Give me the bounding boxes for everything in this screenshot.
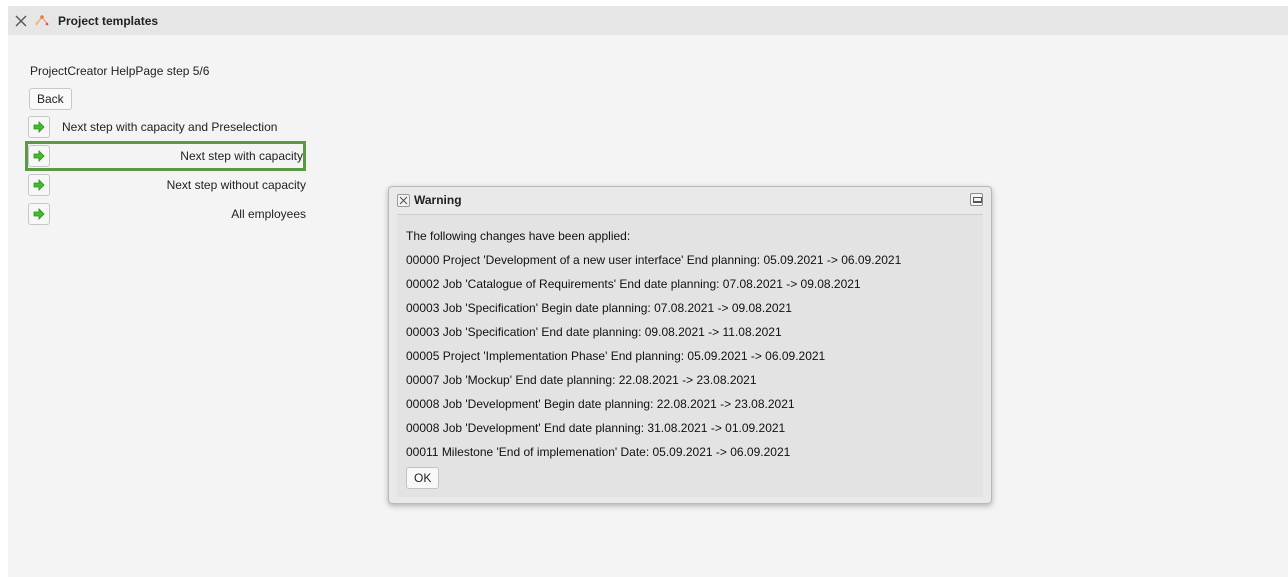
message-line: 00003 Job 'Specification' End date plann… [406, 325, 782, 339]
back-button[interactable]: Back [29, 88, 72, 110]
step-title: ProjectCreator HelpPage step 5/6 [30, 64, 210, 78]
message-line: 00005 Project 'Implementation Phase' End… [406, 349, 826, 363]
app-logo-icon [32, 13, 52, 29]
warning-dialog: Warning The following changes have been … [388, 186, 992, 504]
step-label: Next step with capacity [180, 149, 303, 163]
step-label: All employees [231, 207, 306, 221]
arrow-right-icon[interactable] [28, 203, 50, 225]
dialog-title: Warning [414, 193, 462, 207]
step-next-without-capacity[interactable]: Next step without capacity [28, 173, 306, 197]
window-title: Project templates [58, 13, 159, 28]
step-label: Next step with capacity and Preselection [62, 120, 278, 134]
message-line: 00000 Project 'Development of a new user… [406, 253, 902, 267]
message-line: 00008 Job 'Development' Begin date plann… [406, 397, 795, 411]
step-all-employees[interactable]: All employees [28, 202, 306, 226]
dialog-header: Warning [389, 187, 991, 213]
step-next-with-capacity-and-preselection[interactable]: Next step with capacity and Preselection [28, 115, 306, 139]
maximize-icon[interactable] [970, 193, 983, 206]
project-templates-window: Project templates ProjectCreator HelpPag… [8, 6, 1288, 577]
message-line: 00002 Job 'Catalogue of Requirements' En… [406, 277, 861, 291]
ok-button[interactable]: OK [406, 467, 440, 489]
arrow-right-icon[interactable] [28, 145, 50, 167]
message-line: 00011 Milestone 'End of implemenation' D… [406, 445, 791, 459]
message-line: 00007 Job 'Mockup' End date planning: 22… [406, 373, 757, 387]
arrow-right-icon[interactable] [28, 174, 50, 196]
message-line: 00003 Job 'Specification' Begin date pla… [406, 301, 792, 315]
step-next-with-capacity[interactable]: Next step with capacity [25, 141, 306, 171]
arrow-right-icon[interactable] [28, 116, 50, 138]
message-line: 00008 Job 'Development' End date plannin… [406, 421, 786, 435]
close-icon[interactable] [14, 14, 28, 28]
close-icon[interactable] [397, 193, 410, 207]
window-titlebar: Project templates [8, 6, 1288, 35]
step-label: Next step without capacity [166, 178, 306, 192]
dialog-body: The following changes have been applied:… [397, 214, 983, 497]
message-line: The following changes have been applied: [406, 229, 631, 243]
